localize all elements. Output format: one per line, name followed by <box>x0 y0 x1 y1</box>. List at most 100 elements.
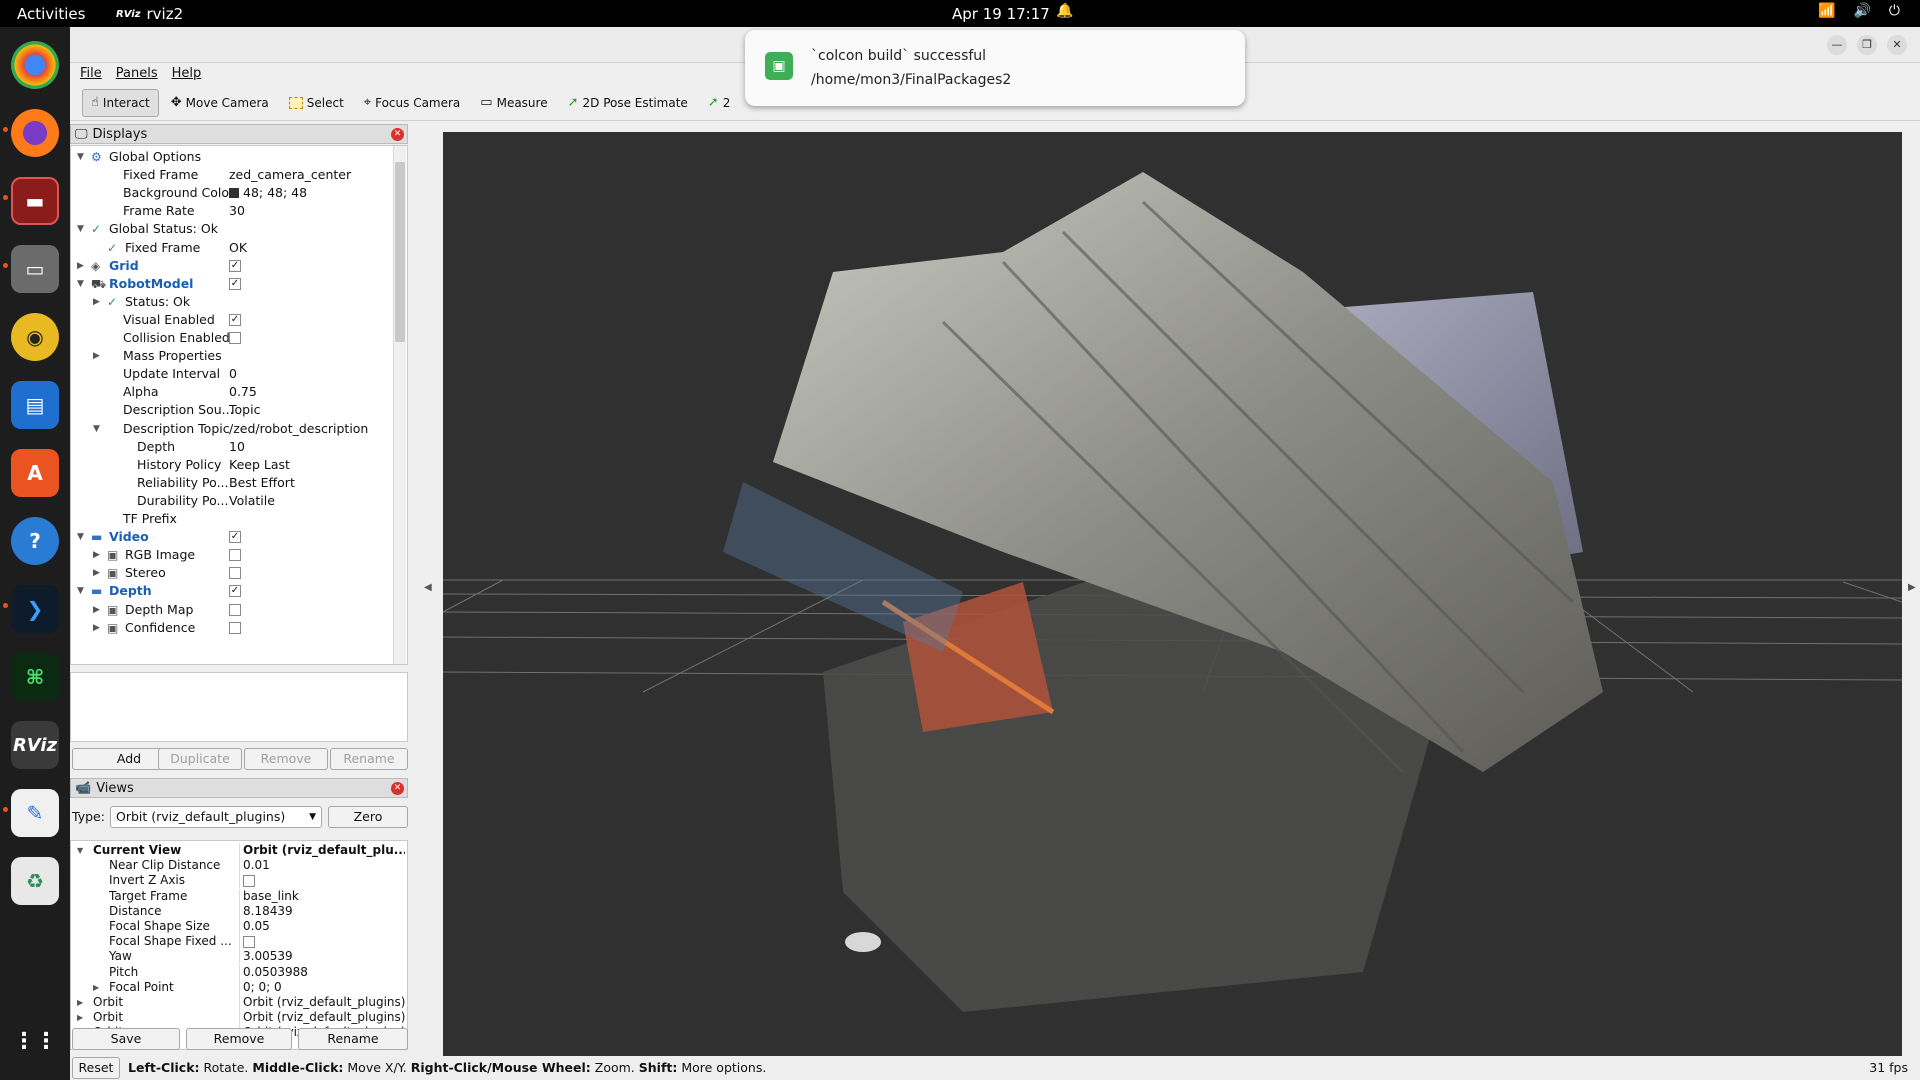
view-row[interactable]: ▼ Current View Orbit (rviz_default_plu... <box>71 843 407 858</box>
display-row-value[interactable]: 10 <box>229 438 245 456</box>
view-row[interactable]: Distance 8.18439 <box>71 903 407 919</box>
display-row[interactable]: Fixed Frame zed_camera_center <box>71 166 391 184</box>
close-button[interactable]: ✕ <box>1887 35 1907 55</box>
display-row-value[interactable]: OK <box>229 239 247 257</box>
checkbox[interactable] <box>243 875 255 888</box>
notification-popup[interactable]: ▣ `colcon build` successful /home/mon3/F… <box>745 30 1245 106</box>
display-row[interactable]: ▶ ▣ Stereo <box>71 564 391 582</box>
collapsed-arrow-icon[interactable]: ▶ <box>77 1010 83 1025</box>
help-icon[interactable]: ? <box>11 517 59 565</box>
view-row[interactable]: Yaw 3.00539 <box>71 949 407 965</box>
displays-tree[interactable]: ▼ ⚙ Global Options Fixed Frame zed_camera_ce… <box>70 145 408 665</box>
chrome-icon[interactable] <box>11 41 59 89</box>
view-row-value[interactable]: Orbit (rviz_default_plugins) <box>243 995 405 1010</box>
software-icon[interactable]: A <box>11 449 59 497</box>
rhythmbox-icon[interactable]: ◉ <box>11 313 59 361</box>
view-row[interactable]: Target Frame base_link <box>71 888 407 904</box>
collapsed-arrow-icon[interactable]: ▶ <box>93 293 100 311</box>
display-row[interactable]: ▶ ◈ Grid ✓ <box>71 257 391 275</box>
system-tray[interactable]: 📶 🔊 ⏻ <box>1818 3 1900 19</box>
collapsed-arrow-icon[interactable]: ▶ <box>77 995 83 1010</box>
view-row[interactable]: Focal Shape Size 0.05 <box>71 919 407 934</box>
collapsed-arrow-icon[interactable]: ▶ <box>93 347 100 365</box>
display-row-value[interactable]: 0 <box>229 365 237 383</box>
view-row[interactable]: ▶ Focal Point 0; 0; 0 <box>71 979 407 995</box>
expanded-arrow-icon[interactable]: ▼ <box>77 148 84 166</box>
display-row[interactable]: ▶ ▣ Depth Map <box>71 601 391 619</box>
view-row-value[interactable]: 3.00539 <box>243 949 405 964</box>
display-row[interactable]: Depth 10 <box>71 438 391 456</box>
measure-tool[interactable]: ▭ Measure <box>472 89 555 117</box>
views-rename-button[interactable]: Rename <box>298 1028 408 1050</box>
collapsed-arrow-icon[interactable]: ▶ <box>93 619 100 637</box>
app-menu[interactable]: RViz rviz2 <box>116 5 183 23</box>
writer-icon[interactable]: ▤ <box>11 381 59 429</box>
checkbox[interactable] <box>229 567 241 580</box>
display-row[interactable]: Durability Po... Volatile <box>71 492 391 510</box>
view-row[interactable]: Pitch 0.0503988 <box>71 964 407 980</box>
reset-button[interactable]: Reset <box>72 1057 120 1079</box>
view-row-value[interactable]: 0.01 <box>243 858 405 873</box>
collapsed-arrow-icon[interactable]: ▶ <box>93 601 100 619</box>
display-row-value[interactable]: zed_camera_center <box>229 166 351 184</box>
files-icon[interactable]: ▭ <box>11 245 59 293</box>
display-row-value[interactable]: 0.75 <box>229 383 257 401</box>
display-row[interactable]: ✓ Fixed Frame OK <box>71 239 391 257</box>
view-type-select[interactable]: Orbit (rviz_default_plugins) ▼ <box>110 806 322 828</box>
view-row[interactable]: Invert Z Axis <box>71 873 407 889</box>
view-row-value[interactable]: 0; 0; 0 <box>243 980 405 995</box>
close-icon[interactable]: ✕ <box>391 128 404 141</box>
view-row[interactable]: ▶ Orbit Orbit (rviz_default_plugins) <box>71 995 407 1010</box>
expanded-arrow-icon[interactable]: ▼ <box>77 528 84 546</box>
checkbox[interactable] <box>243 936 255 949</box>
collapsed-arrow-icon[interactable]: ▶ <box>93 564 100 582</box>
display-row[interactable]: ▶ ▣ RGB Image <box>71 546 391 564</box>
views-remove-button[interactable]: Remove <box>186 1028 292 1050</box>
terminal-icon[interactable]: ▬ <box>11 177 59 225</box>
display-row[interactable]: ▼ Description Topic/zed/robot_description <box>71 420 391 438</box>
expanded-arrow-icon[interactable]: ▼ <box>77 275 84 293</box>
checkbox[interactable] <box>229 332 241 344</box>
display-row[interactable]: Reliability Po... Best Effort <box>71 474 391 492</box>
network-icon[interactable]: ⌘ <box>11 653 59 701</box>
checkbox[interactable]: ✓ <box>229 259 241 272</box>
view-row[interactable]: Near Clip Distance 0.01 <box>71 858 407 874</box>
rename-button[interactable]: Rename <box>330 748 408 770</box>
3d-viewport[interactable] <box>443 132 1902 1073</box>
view-row-value[interactable]: base_link <box>243 889 405 904</box>
display-row-value[interactable]: 30 <box>229 202 245 220</box>
display-row[interactable]: ▶ ▣ Confidence <box>71 619 391 637</box>
scrollbar-thumb[interactable] <box>395 162 405 342</box>
show-apps-icon[interactable]: ⋮⋮ <box>11 1017 59 1065</box>
collapsed-arrow-icon[interactable]: ▶ <box>93 546 100 564</box>
clock[interactable]: Apr 19 17:17 <box>952 5 1050 23</box>
pose-estimate-tool[interactable]: ➚ 2D Pose Estimate <box>560 89 696 117</box>
view-row-value[interactable]: 0.0503988 <box>243 965 405 980</box>
vscode-icon[interactable]: ❯ <box>11 585 59 633</box>
collapsed-arrow-icon[interactable]: ▶ <box>77 257 84 275</box>
duplicate-button[interactable]: Duplicate <box>158 748 242 770</box>
display-row[interactable]: Update Interval 0 <box>71 365 391 383</box>
expanded-arrow-icon[interactable]: ▼ <box>77 843 83 858</box>
save-button[interactable]: Save <box>72 1028 180 1050</box>
display-row-value[interactable]: Topic <box>229 401 260 419</box>
display-row[interactable]: ▶ Mass Properties <box>71 347 391 365</box>
move-camera-tool[interactable]: ✥ Move Camera <box>163 89 277 117</box>
expanded-arrow-icon[interactable]: ▼ <box>77 582 84 600</box>
rviz-icon[interactable]: RViz <box>11 721 59 769</box>
remove-button[interactable]: Remove <box>244 748 328 770</box>
checkbox[interactable] <box>229 549 241 562</box>
checkbox[interactable]: ✓ <box>229 277 241 290</box>
scrollbar[interactable] <box>393 146 406 664</box>
display-row[interactable]: Description Sou... Topic <box>71 401 391 419</box>
view-row-value[interactable]: 8.18439 <box>243 904 405 919</box>
zero-button[interactable]: Zero <box>328 806 408 828</box>
display-row[interactable]: Frame Rate 30 <box>71 202 391 220</box>
display-row[interactable]: Background Color 48; 48; 48 <box>71 184 391 202</box>
select-tool[interactable]: Select <box>281 89 352 117</box>
display-row-value[interactable]: Volatile <box>229 492 275 510</box>
goal-pose-tool[interactable]: ➚ 2 <box>700 89 739 117</box>
focus-camera-tool[interactable]: ⌖ Focus Camera <box>356 89 469 117</box>
expanded-arrow-icon[interactable]: ▼ <box>77 220 84 238</box>
collapse-right-icon[interactable]: ▶ <box>1908 582 1916 593</box>
